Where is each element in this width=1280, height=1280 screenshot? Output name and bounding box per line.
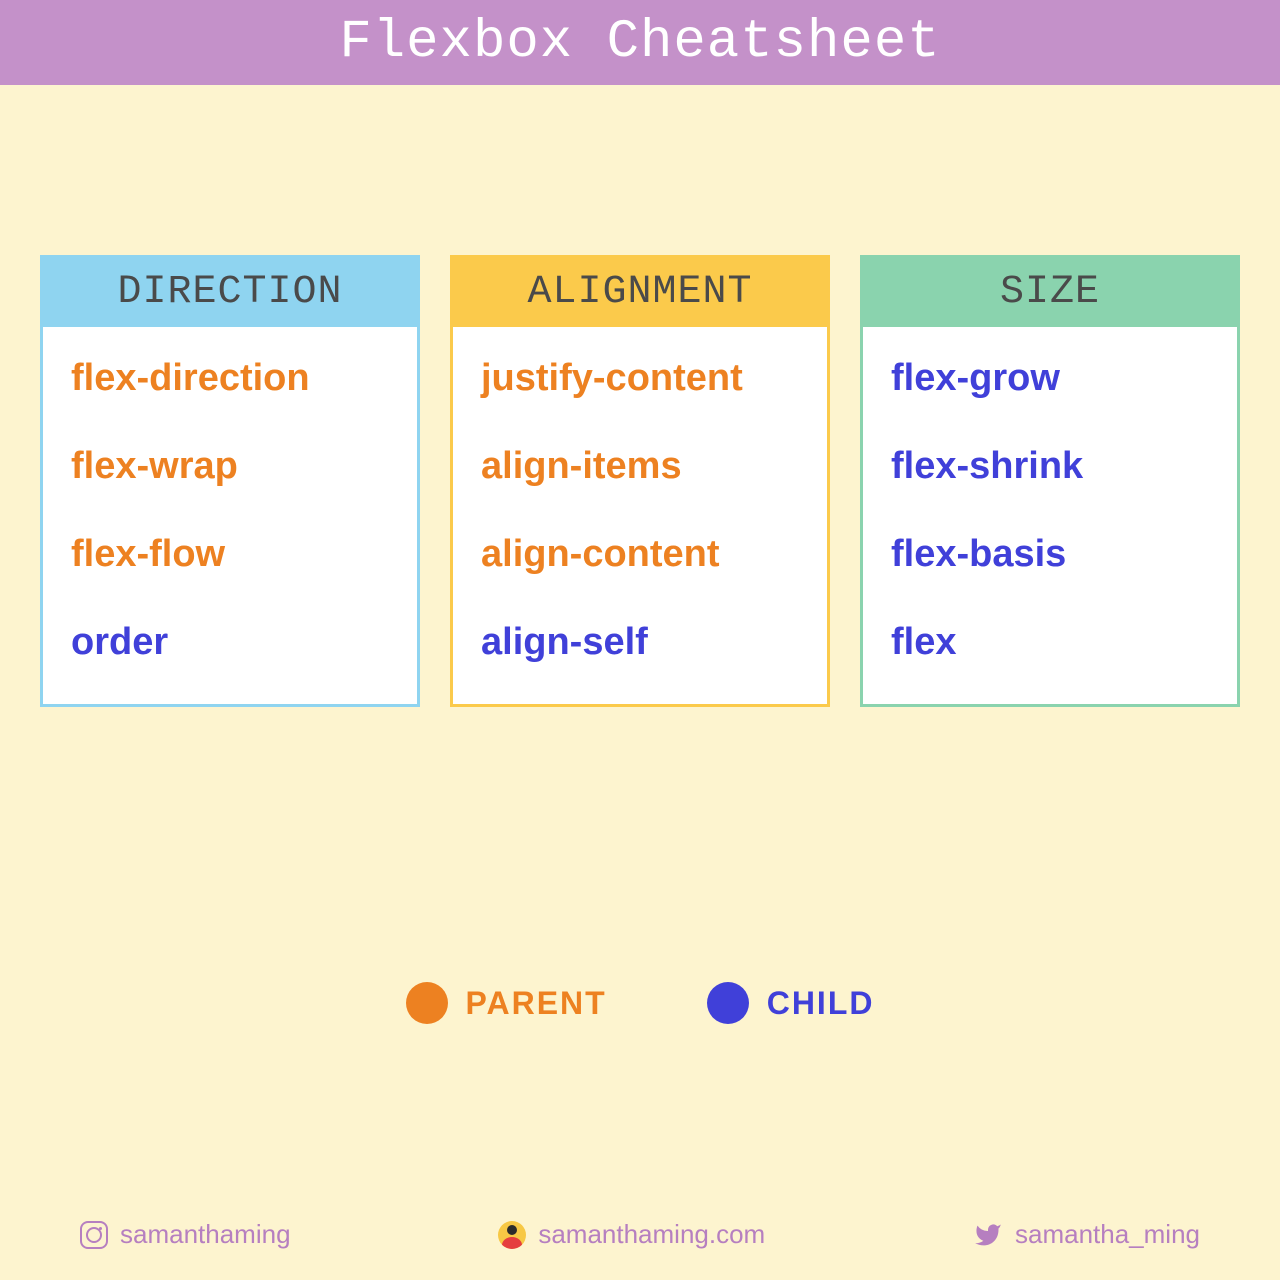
website-handle: samanthaming.com [538, 1219, 765, 1250]
cards-row: DIRECTION flex-direction flex-wrap flex-… [40, 255, 1240, 707]
prop-order: order [71, 621, 389, 664]
twitter-handle: samantha_ming [1015, 1219, 1200, 1250]
prop-flex-grow: flex-grow [891, 357, 1209, 400]
card-alignment-body: justify-content align-items align-conten… [453, 327, 827, 704]
prop-align-self: align-self [481, 621, 799, 664]
legend-parent-label: PARENT [466, 985, 607, 1022]
card-direction-body: flex-direction flex-wrap flex-flow order [43, 327, 417, 704]
card-alignment-title: ALIGNMENT [453, 258, 827, 327]
main-content: DIRECTION flex-direction flex-wrap flex-… [0, 85, 1280, 1280]
prop-flex-basis: flex-basis [891, 533, 1209, 576]
prop-flex-wrap: flex-wrap [71, 445, 389, 488]
instagram-icon [80, 1221, 108, 1249]
legend: PARENT CHILD [40, 982, 1240, 1024]
prop-flex: flex [891, 621, 1209, 664]
footer-website: samanthaming.com [498, 1219, 765, 1250]
card-size: SIZE flex-grow flex-shrink flex-basis fl… [860, 255, 1240, 707]
card-direction-title: DIRECTION [43, 258, 417, 327]
page-title: Flexbox Cheatsheet [339, 12, 940, 73]
prop-align-items: align-items [481, 445, 799, 488]
twitter-icon [973, 1220, 1003, 1250]
prop-flex-shrink: flex-shrink [891, 445, 1209, 488]
prop-flex-direction: flex-direction [71, 357, 389, 400]
prop-justify-content: justify-content [481, 357, 799, 400]
parent-dot-icon [406, 982, 448, 1024]
card-alignment: ALIGNMENT justify-content align-items al… [450, 255, 830, 707]
legend-child: CHILD [707, 982, 875, 1024]
card-direction: DIRECTION flex-direction flex-wrap flex-… [40, 255, 420, 707]
footer-twitter: samantha_ming [973, 1219, 1200, 1250]
instagram-handle: samanthaming [120, 1219, 291, 1250]
card-size-body: flex-grow flex-shrink flex-basis flex [863, 327, 1237, 704]
footer-instagram: samanthaming [80, 1219, 291, 1250]
avatar-icon [498, 1221, 526, 1249]
legend-child-label: CHILD [767, 985, 875, 1022]
footer: samanthaming samanthaming.com samantha_m… [40, 1219, 1240, 1250]
prop-flex-flow: flex-flow [71, 533, 389, 576]
child-dot-icon [707, 982, 749, 1024]
prop-align-content: align-content [481, 533, 799, 576]
page-header: Flexbox Cheatsheet [0, 0, 1280, 85]
legend-parent: PARENT [406, 982, 607, 1024]
card-size-title: SIZE [863, 258, 1237, 327]
